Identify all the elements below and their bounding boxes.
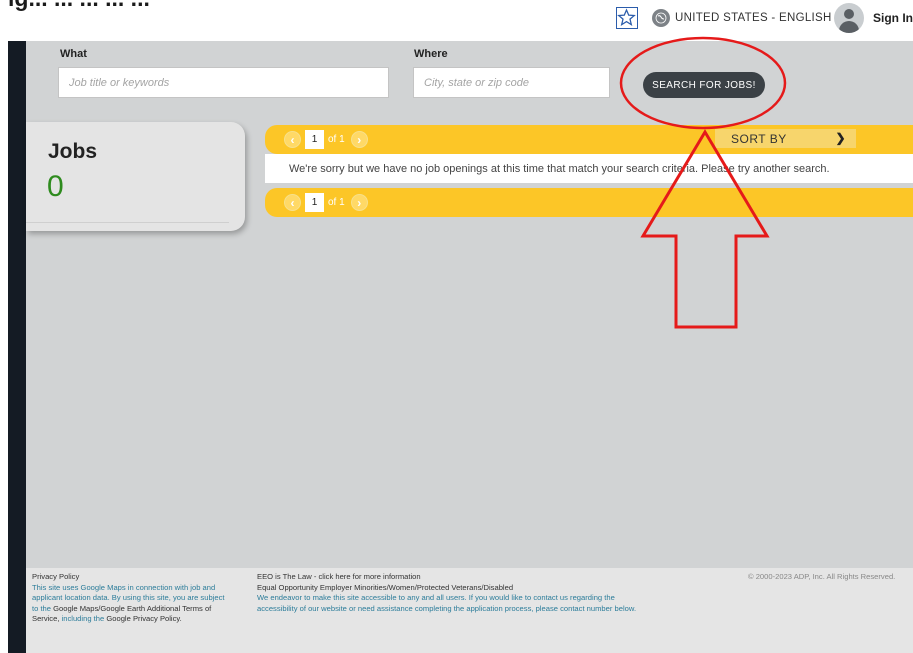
user-avatar-icon[interactable] <box>834 3 864 33</box>
eeo-law-link[interactable]: EEO is The Law - click here for more inf… <box>257 572 737 583</box>
google-terms-service-link[interactable]: Service, <box>32 614 59 623</box>
sort-by-dropdown[interactable]: SORT BY ❯ <box>715 129 856 148</box>
page-count: of 1 <box>328 134 345 145</box>
page-count: of 1 <box>328 197 345 208</box>
locale-label: UNITED STATES - ENGLISH <box>675 12 832 24</box>
pagination-controls: ‹ 1 of 1 › <box>284 193 368 212</box>
chevron-left-icon[interactable]: ‹ <box>284 194 301 211</box>
pagination-bar-bottom: ‹ 1 of 1 › <box>265 188 913 217</box>
copyright: © 2000-2023 ADP, Inc. All Rights Reserve… <box>748 572 896 581</box>
chevron-left-icon[interactable]: ‹ <box>284 131 301 148</box>
sign-in-link[interactable]: Sign In ⌄ <box>873 11 913 25</box>
where-placeholder: City, state or zip code <box>424 76 529 89</box>
favorite-star-icon[interactable] <box>616 7 638 29</box>
left-sidebar-strip <box>8 41 26 653</box>
what-input[interactable]: Job title or keywords <box>58 67 389 98</box>
maps-notice-line-2: applicant location data. By using this s… <box>32 593 225 602</box>
sign-in-label: Sign In <box>873 11 913 25</box>
chevron-down-icon: ❯ <box>835 131 846 145</box>
page-number-input[interactable]: 1 <box>305 193 324 212</box>
main-content <box>26 41 913 568</box>
top-bar: ig... ... ... ... ... UNITED STATES - EN… <box>0 0 913 41</box>
jobs-title: Jobs <box>48 140 98 163</box>
accessibility-line-1: We endeavor to make this site accessible… <box>257 593 615 602</box>
footer: Privacy Policy This site uses Google Map… <box>26 568 913 653</box>
jobs-count: 0 <box>47 170 64 203</box>
locale-selector[interactable]: UNITED STATES - ENGLISH ❯ <box>652 8 845 28</box>
jobs-summary-card: Jobs 0 <box>26 122 245 231</box>
chevron-right-icon[interactable]: › <box>350 194 368 211</box>
eeo-statement: Equal Opportunity Employer Minorities/Wo… <box>257 582 514 592</box>
accessibility-line-2: accessibility of our website or need ass… <box>257 603 637 613</box>
search-for-jobs-button[interactable]: SEARCH FOR JOBS! <box>643 72 765 98</box>
footer-privacy-block: Privacy Policy This site uses Google Map… <box>32 572 257 625</box>
what-label: What <box>60 48 87 60</box>
no-results-message: We're sorry but we have no job openings … <box>265 154 913 183</box>
chevron-right-icon[interactable]: › <box>350 131 368 148</box>
google-maps-terms-link[interactable]: Google Maps/Google Earth Additional Term… <box>53 604 211 613</box>
maps-notice-text: to the <box>32 603 51 613</box>
footer-eeo-block: EEO is The Law - click here for more inf… <box>257 572 737 614</box>
sort-by-label: SORT BY <box>731 131 787 146</box>
page-number-input[interactable]: 1 <box>305 130 324 149</box>
where-label: Where <box>414 48 448 60</box>
maps-notice-text: including the <box>61 614 105 623</box>
google-privacy-policy-link[interactable]: Google Privacy Policy. <box>106 614 181 623</box>
page-heading-partial: ig... ... ... ... ... <box>8 0 150 12</box>
pagination-controls: ‹ 1 of 1 › <box>284 130 368 149</box>
pagination-bar-top: ‹ 1 of 1 › SORT BY ❯ <box>265 125 913 154</box>
maps-notice-line-1: This site uses Google Maps in connection… <box>32 582 216 592</box>
where-input[interactable]: City, state or zip code <box>413 67 610 98</box>
globe-icon <box>652 9 670 27</box>
divider <box>26 222 229 223</box>
what-placeholder: Job title or keywords <box>69 76 170 89</box>
privacy-policy-link[interactable]: Privacy Policy <box>32 572 257 583</box>
